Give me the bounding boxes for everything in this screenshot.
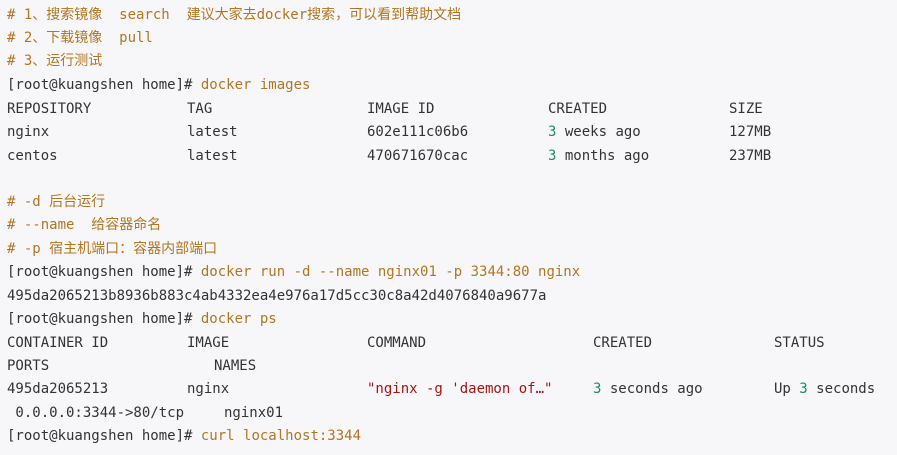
shell-prompt: [root@kuangshen home]# bbox=[7, 264, 193, 280]
shell-command-line: [root@kuangshen home]# docker ps bbox=[7, 308, 277, 331]
header-size: SIZE bbox=[729, 101, 763, 117]
tag-cell: latest bbox=[187, 124, 238, 140]
created-cell: 3 seconds ago bbox=[593, 378, 703, 401]
prompt-line: [root@kuangshen home]# curl localhost:33… bbox=[0, 425, 897, 448]
created-unit: seconds ago bbox=[601, 381, 703, 397]
repo-cell: nginx bbox=[7, 124, 50, 140]
header-names: NAMES bbox=[214, 358, 257, 374]
header-image-id: IMAGE ID bbox=[367, 101, 435, 117]
names-cell: nginx01 bbox=[224, 405, 284, 421]
created-unit: months ago bbox=[556, 148, 650, 164]
comment-text: # -d 后台运行 bbox=[7, 194, 106, 210]
image-cell: nginx bbox=[187, 381, 230, 397]
size-cell: 237MB bbox=[729, 148, 772, 164]
prompt-line: [root@kuangshen home]# docker images bbox=[0, 74, 897, 97]
table-row-wrap: 0.0.0.0:3344->80/tcp nginx01 bbox=[0, 402, 897, 425]
container-id-output: 495da2065213b8936b883c4ab4332ea4e976a17d… bbox=[7, 288, 547, 304]
comment-line: # --name 给容器命名 bbox=[0, 214, 897, 237]
shell-command-line: [root@kuangshen home]# docker images bbox=[7, 74, 310, 97]
comment-text: # 1、搜索镜像 search 建议大家去docker搜索，可以看到帮助文档 bbox=[7, 7, 462, 23]
shell-command: docker images bbox=[192, 77, 311, 93]
repo-cell: centos bbox=[7, 148, 58, 164]
comment-text: # 2、下载镜像 pull bbox=[7, 30, 153, 46]
shell-command-line: [root@kuangshen home]# curl localhost:33… bbox=[7, 425, 361, 448]
shell-command: curl localhost:3344 bbox=[192, 428, 362, 444]
header-image: IMAGE bbox=[187, 335, 230, 351]
shell-command: docker run -d --name nginx01 -p 3344:80 … bbox=[192, 264, 581, 280]
comment-line: # 2、下载镜像 pull bbox=[0, 27, 897, 50]
header-command: COMMAND bbox=[367, 335, 427, 351]
comment-text: # 3、运行测试 bbox=[7, 53, 103, 69]
table-row: centos latest 470671670cac 3 months ago … bbox=[0, 145, 897, 168]
status-unit: seconds bbox=[807, 381, 876, 397]
ps-table-header: CONTAINER ID IMAGE COMMAND CREATED STATU… bbox=[0, 332, 897, 355]
header-ports: PORTS bbox=[7, 358, 50, 374]
shell-prompt: [root@kuangshen home]# bbox=[7, 311, 193, 327]
table-row: 495da2065213 nginx "nginx -g 'daemon of…… bbox=[0, 378, 897, 401]
prompt-line: [root@kuangshen home]# docker ps bbox=[0, 308, 897, 331]
comment-line: # -d 后台运行 bbox=[0, 191, 897, 214]
image-id-cell: 470671670cac bbox=[367, 148, 469, 164]
output-line: 495da2065213b8936b883c4ab4332ea4e976a17d… bbox=[0, 285, 897, 308]
status-prefix: Up bbox=[774, 381, 800, 397]
created-cell: 3 months ago bbox=[548, 145, 649, 168]
ps-table-header-wrap: PORTS NAMES bbox=[0, 355, 897, 378]
comment-line: # 3、运行测试 bbox=[0, 50, 897, 73]
images-table-header: REPOSITORY TAG IMAGE ID CREATED SIZE bbox=[0, 98, 897, 121]
prompt-line: [root@kuangshen home]# docker run -d --n… bbox=[0, 261, 897, 284]
comment-text: # -p 宿主机端口：容器内部端口 bbox=[7, 241, 218, 257]
created-unit: weeks ago bbox=[556, 124, 641, 140]
header-repository: REPOSITORY bbox=[7, 101, 92, 117]
status-number: 3 bbox=[799, 381, 808, 397]
status-cell: Up 3 seconds bbox=[774, 378, 875, 401]
header-created: CREATED bbox=[593, 335, 653, 351]
comment-line: # -p 宿主机端口：容器内部端口 bbox=[0, 238, 897, 261]
shell-prompt: [root@kuangshen home]# bbox=[7, 428, 193, 444]
table-row: nginx latest 602e111c06b6 3 weeks ago 12… bbox=[0, 121, 897, 144]
code-block: # 1、搜索镜像 search 建议大家去docker搜索，可以看到帮助文档 #… bbox=[0, 0, 897, 455]
header-status: STATUS bbox=[774, 335, 825, 351]
container-id-cell: 495da2065213 bbox=[7, 381, 109, 397]
ports-cell: 0.0.0.0:3344->80/tcp bbox=[7, 405, 185, 421]
header-container-id: CONTAINER ID bbox=[7, 335, 109, 351]
shell-command: docker ps bbox=[192, 311, 277, 327]
size-cell: 127MB bbox=[729, 124, 772, 140]
shell-prompt: [root@kuangshen home]# bbox=[7, 77, 193, 93]
header-tag: TAG bbox=[187, 101, 213, 117]
created-cell: 3 weeks ago bbox=[548, 121, 641, 144]
command-cell: "nginx -g 'daemon of…" bbox=[367, 381, 553, 397]
tag-cell: latest bbox=[187, 148, 238, 164]
header-created: CREATED bbox=[548, 101, 608, 117]
comment-line: # 1、搜索镜像 search 建议大家去docker搜索，可以看到帮助文档 bbox=[0, 4, 897, 27]
shell-command-line: [root@kuangshen home]# docker run -d --n… bbox=[7, 261, 580, 284]
image-id-cell: 602e111c06b6 bbox=[367, 124, 469, 140]
comment-text: # --name 给容器命名 bbox=[7, 217, 162, 233]
